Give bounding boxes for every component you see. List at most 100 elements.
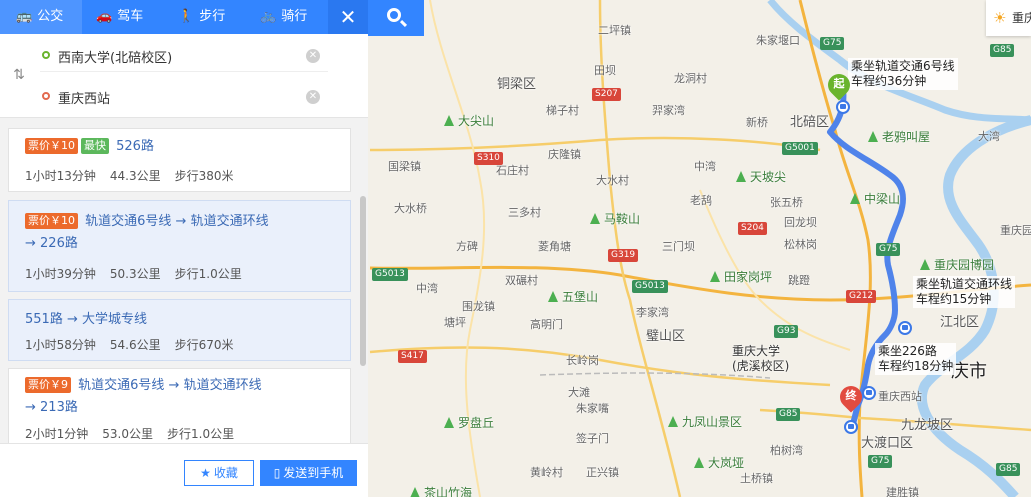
panel-footer: ★ 收藏 ▯ 发送到手机 xyxy=(0,443,368,497)
town-label: 中湾 xyxy=(694,160,716,173)
park-label: 九凤山景区 xyxy=(668,413,742,430)
town-label: 田坝 xyxy=(594,64,616,77)
route-title: 票价￥10 轨道交通6号线 → 轨道交通环线 → 226路 xyxy=(25,211,275,255)
fastest-badge: 最快 xyxy=(81,138,109,154)
route-meta: 2小时1分钟 53.0公里 步行1.0公里 xyxy=(25,427,235,441)
town-label: 正兴镇 xyxy=(586,466,619,479)
town-label: 高明门 xyxy=(530,318,563,331)
district-label: 璧山区 xyxy=(646,329,686,344)
town-label: 重庆园 xyxy=(1000,224,1031,237)
town-label: 回龙坝 xyxy=(784,216,817,229)
tab-walk[interactable]: 🚶 步行 xyxy=(178,0,248,34)
town-label: 梯子村 xyxy=(546,104,579,117)
town-label: 方碑 xyxy=(456,240,478,253)
park-icon xyxy=(710,271,720,282)
route-panel: 🚌公交 🚗驾车 🚶步行 🚲骑行 ✕ ⇅ ✕ ✕ 票价￥10最快 xyxy=(0,0,368,497)
road-shield: G5001 xyxy=(782,142,818,155)
town-label: 庆隆镇 xyxy=(548,148,581,161)
tab-bus[interactable]: 🚌 公交 xyxy=(0,0,82,34)
tab-bike[interactable]: 🚲 骑行 xyxy=(260,0,330,34)
town-label: 羿家湾 xyxy=(652,104,685,117)
route-option[interactable]: 551路 → 大学城专线 1小时58分钟 54.6公里 步行670米 xyxy=(8,299,351,361)
road-shield: G75 xyxy=(876,243,901,256)
park-label: 大岚垭 xyxy=(694,454,744,471)
district-label: 江北区 xyxy=(940,315,980,330)
bike-icon: 🚲 xyxy=(260,9,277,24)
town-label: 菱角塘 xyxy=(538,240,571,253)
yangtze-river xyxy=(916,115,1031,497)
destination-input[interactable] xyxy=(58,85,298,109)
route-segment-note: 乘坐226路 车程约18分钟 xyxy=(875,343,957,375)
destination-dot-icon xyxy=(42,92,50,100)
town-label: 新桥 xyxy=(746,116,768,129)
park-icon xyxy=(736,171,746,182)
sun-icon: ☀ xyxy=(993,9,1007,27)
bus-stop-icon[interactable] xyxy=(862,386,876,400)
route-results-list: 票价￥10 最快 526路 1小时13分钟 44.3公里 步行380米 票价￥10 轨… xyxy=(0,118,368,443)
route-option[interactable]: 票价￥10 最快 526路 1小时13分钟 44.3公里 步行380米 xyxy=(8,128,351,192)
park-label: 田家岗坪 xyxy=(710,268,772,285)
park-label: 罗盘丘 xyxy=(444,414,494,431)
swap-icon[interactable]: ⇅ xyxy=(10,67,28,87)
town-label: 李家湾 xyxy=(636,306,669,319)
town-label: 土桥镇 xyxy=(740,472,773,485)
clear-origin-icon[interactable]: ✕ xyxy=(306,49,320,63)
town-label: 老鸹 xyxy=(690,194,712,207)
price-badge: 票价￥10 xyxy=(25,213,78,229)
results-scrollbar[interactable] xyxy=(360,196,366,366)
park-label: 大尖山 xyxy=(444,112,494,129)
town-label: 签子门 xyxy=(576,432,609,445)
town-label: 建胜镇 xyxy=(886,486,919,497)
search-button[interactable] xyxy=(368,0,424,36)
send-to-phone-button[interactable]: ▯ 发送到手机 xyxy=(260,460,357,486)
park-icon xyxy=(850,193,860,204)
route-option-selected[interactable]: 票价￥10 轨道交通6号线 → 轨道交通环线 → 226路 1小时39分钟 50.… xyxy=(8,200,351,292)
route-meta: 1小时39分钟 50.3公里 步行1.0公里 xyxy=(25,267,242,281)
town-label: 长岭岗 xyxy=(566,354,599,367)
town-label: 围龙镇 xyxy=(462,300,495,313)
park-icon xyxy=(444,115,454,126)
road-shield: S204 xyxy=(738,222,767,235)
district-label: 北碚区 xyxy=(790,115,830,130)
bus-stop-icon[interactable] xyxy=(844,420,858,434)
town-label: 龙洞村 xyxy=(674,72,707,85)
price-badge: 票价￥10 xyxy=(25,138,78,154)
bus-stop-icon[interactable] xyxy=(898,321,912,335)
park-icon xyxy=(868,131,878,142)
road-shield: G319 xyxy=(608,249,639,262)
clear-destination-icon[interactable]: ✕ xyxy=(306,90,320,104)
search-icon xyxy=(387,8,401,22)
tab-drive[interactable]: 🚗 驾车 xyxy=(96,0,166,34)
favorite-button[interactable]: ★ 收藏 xyxy=(184,460,254,486)
route-title: 票价￥10 最快 526路 xyxy=(25,136,275,158)
park-label: 五堡山 xyxy=(548,288,598,305)
route-name: 526路 xyxy=(116,139,154,154)
close-icon[interactable]: ✕ xyxy=(328,0,368,34)
road-shield: S310 xyxy=(474,152,503,165)
town-label: 大水桥 xyxy=(394,202,427,215)
town-label: 黄岭村 xyxy=(530,466,563,479)
end-marker-icon[interactable]: 终 xyxy=(835,381,867,416)
weather-widget[interactable]: ☀ 重庆 xyxy=(986,0,1031,36)
star-icon: ★ xyxy=(200,466,211,480)
walk-icon: 🚶 xyxy=(178,9,195,24)
town-label: 双碾村 xyxy=(505,274,538,287)
park-label: 茶山竹海 xyxy=(410,484,472,497)
price-badge: 票价￥9 xyxy=(25,377,71,393)
park-label: 重庆园博园 xyxy=(920,256,994,273)
district-label: 大渡口区 xyxy=(861,436,914,451)
weather-city: 重庆 xyxy=(1012,11,1031,25)
origin-input[interactable] xyxy=(58,44,298,68)
start-marker-icon[interactable]: 起 xyxy=(823,69,855,104)
town-label: 中湾 xyxy=(416,282,438,295)
park-label: 老鸦叫屋 xyxy=(868,128,930,145)
park-icon xyxy=(410,487,420,497)
town-label: 三多村 xyxy=(508,206,541,219)
bus-icon: 🚌 xyxy=(16,9,33,24)
town-label: 三门坝 xyxy=(662,240,695,253)
route-option[interactable]: 票价￥9 轨道交通6号线 → 轨道交通环线 → 213路 2小时1分钟 53.0公… xyxy=(8,368,351,443)
park-label: 中梁山 xyxy=(850,190,900,207)
destination-field: ✕ xyxy=(40,81,328,113)
park-icon xyxy=(548,291,558,302)
car-icon: 🚗 xyxy=(96,9,113,24)
